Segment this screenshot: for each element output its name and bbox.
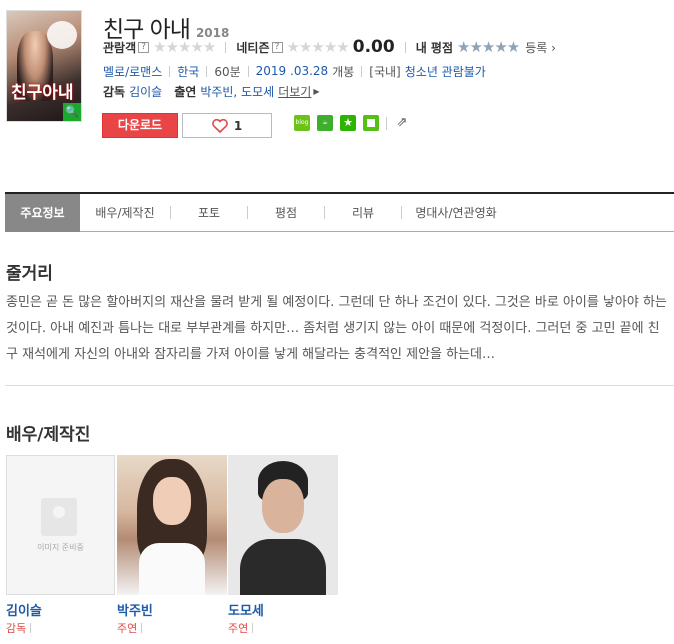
bookmark-share-icon[interactable] bbox=[363, 115, 379, 131]
divider bbox=[169, 65, 171, 77]
cast-name[interactable]: 도모세 bbox=[228, 600, 338, 619]
country-link[interactable]: 한국 bbox=[177, 63, 199, 80]
no-image-placeholder[interactable]: 이미지 준비중 bbox=[6, 455, 115, 595]
runtime: 60분 bbox=[214, 64, 241, 79]
age-rating-link[interactable]: 청소년 관람불가 bbox=[405, 63, 486, 80]
cast-photo[interactable] bbox=[228, 455, 338, 595]
share-bar: blog ☕ ★ ⇗ bbox=[294, 115, 410, 131]
help-icon[interactable]: ? bbox=[271, 41, 283, 53]
photo-body bbox=[240, 539, 326, 595]
blog-share-icon[interactable]: blog bbox=[294, 115, 310, 131]
audience-stars: ★★★★★ bbox=[153, 38, 216, 56]
cast-name[interactable]: 김이슬 bbox=[6, 600, 116, 619]
release-suffix: 개봉 bbox=[332, 64, 355, 79]
section-divider bbox=[5, 385, 674, 386]
no-image-icon bbox=[41, 498, 77, 536]
divider bbox=[206, 65, 208, 77]
director-link[interactable]: 김이슬 bbox=[129, 83, 162, 100]
tab-review[interactable]: 리뷰 bbox=[325, 194, 401, 232]
caret-right-icon: ▶ bbox=[313, 86, 320, 96]
help-icon[interactable]: ? bbox=[138, 41, 150, 53]
cafe-share-icon[interactable]: ☕ bbox=[317, 115, 333, 131]
audience-rating-label: 관람객 bbox=[103, 40, 137, 55]
people-row: 감독 김이슬 출연 박주빈, 도모세 더보기 ▶ bbox=[103, 83, 320, 100]
cast-card[interactable]: 이미지 준비중 김이슬 감독 bbox=[6, 455, 116, 636]
cast-card[interactable]: 도모세 주연 bbox=[228, 455, 338, 636]
director-label: 감독 bbox=[103, 84, 126, 99]
tab-quotes-related[interactable]: 명대사/연관영화 bbox=[402, 194, 510, 232]
cast-photo[interactable] bbox=[117, 455, 227, 595]
no-image-text: 이미지 준비중 bbox=[37, 543, 84, 552]
poster-tagline-bubble bbox=[47, 21, 77, 49]
meta-row: 멜로/로맨스 한국 60분 2019 .03.28 개봉 [국내] 청소년 관람… bbox=[103, 63, 486, 80]
netizen-stars: ★★★★★ bbox=[286, 38, 350, 56]
cast-role: 주연 bbox=[228, 620, 338, 636]
my-rating-stars[interactable]: ★★★★★ bbox=[457, 38, 520, 56]
divider bbox=[361, 65, 363, 77]
cast-role: 감독 bbox=[6, 620, 116, 636]
tab-rating[interactable]: 평점 bbox=[248, 194, 324, 232]
zoom-icon[interactable]: 🔍 bbox=[63, 103, 81, 121]
cast-heading: 배우/제작진 bbox=[6, 425, 91, 445]
poster-title: 친구아내 bbox=[11, 83, 74, 103]
tab-main-info[interactable]: 주요정보 bbox=[5, 193, 80, 232]
divider bbox=[225, 41, 227, 53]
star-share-icon[interactable]: ★ bbox=[340, 115, 356, 131]
download-button[interactable]: 다운로드 bbox=[102, 113, 178, 138]
synopsis-text: 종민은 곧 돈 많은 할아버지의 재산을 물려 받게 될 예정이다. 그런데 단… bbox=[6, 295, 667, 362]
register-rating-link[interactable]: 등록 › bbox=[525, 39, 556, 56]
photo-body bbox=[139, 543, 205, 595]
genre-link[interactable]: 멜로/로맨스 bbox=[103, 63, 162, 80]
cast-links[interactable]: 박주빈, 도모세 bbox=[200, 83, 274, 100]
rating-row: 관람객 ? ★★★★★ 네티즌 ? ★★★★★ 0.00 내 평점 ★★★★★ … bbox=[103, 37, 556, 57]
cast-name[interactable]: 박주빈 bbox=[117, 600, 227, 619]
divider bbox=[247, 65, 249, 77]
tab-photo[interactable]: 포토 bbox=[171, 194, 247, 232]
tab-bar: 주요정보 배우/제작진 포토 평점 리뷰 명대사/연관영화 bbox=[5, 192, 674, 232]
photo-face bbox=[153, 477, 191, 525]
more-link[interactable]: 더보기 bbox=[278, 83, 311, 100]
heart-icon bbox=[211, 118, 228, 133]
like-button[interactable]: 1 bbox=[182, 113, 272, 138]
release-date-link[interactable]: 2019 .03.28 bbox=[256, 64, 329, 78]
like-count: 1 bbox=[233, 118, 243, 133]
cast-list: 이미지 준비중 김이슬 감독 박주빈 주연 도모세 주연 bbox=[6, 455, 339, 636]
cast-role: 주연 bbox=[117, 620, 227, 636]
synopsis-heading: 줄거리 bbox=[6, 264, 53, 284]
cast-label: 출연 bbox=[174, 84, 197, 99]
netizen-rating-label: 네티즌 bbox=[236, 40, 270, 55]
netizen-score: 0.00 bbox=[352, 37, 395, 57]
divider bbox=[404, 41, 406, 53]
export-icon[interactable]: ⇗ bbox=[394, 115, 410, 131]
photo-face bbox=[262, 479, 304, 533]
tab-cast-crew[interactable]: 배우/제작진 bbox=[80, 194, 170, 232]
divider bbox=[386, 116, 387, 130]
movie-poster[interactable]: 친구아내 🔍 bbox=[6, 10, 82, 122]
rating-region: [국내] bbox=[369, 64, 401, 79]
cast-card[interactable]: 박주빈 주연 bbox=[117, 455, 227, 636]
my-rating-label: 내 평점 bbox=[415, 40, 454, 55]
